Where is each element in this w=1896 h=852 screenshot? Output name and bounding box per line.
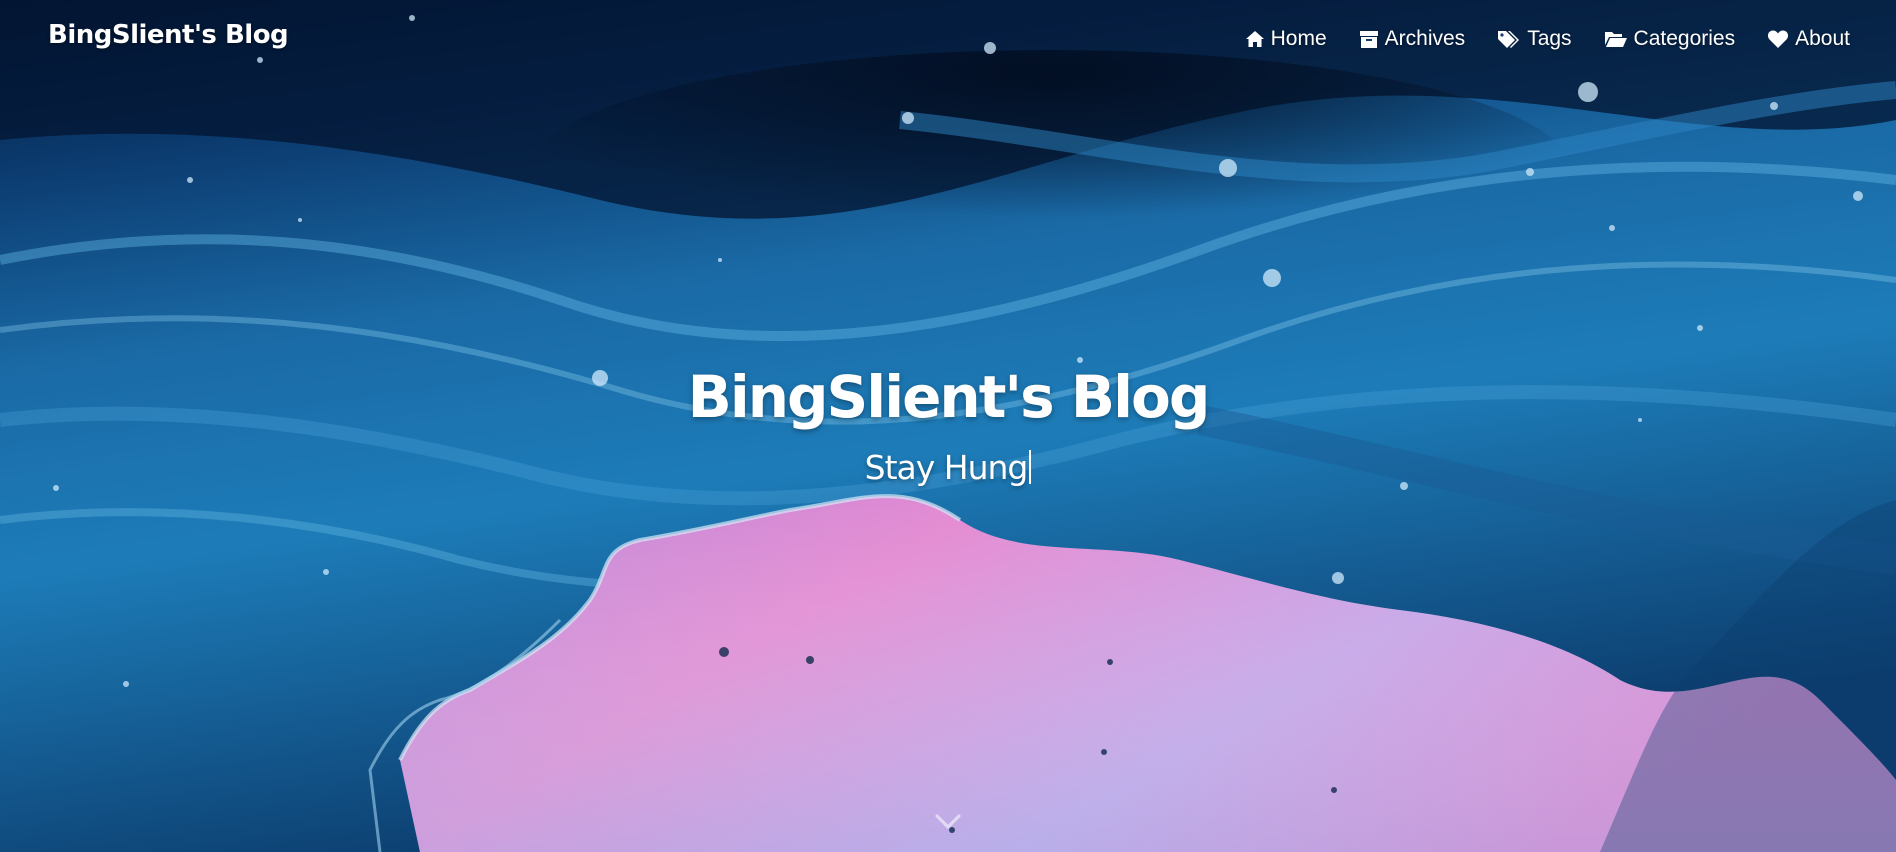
hero-title: BingSlient's Blog: [687, 363, 1211, 431]
hero-section: BingSlient's Blog Home Archives Tags Cat…: [0, 0, 1896, 852]
folder-open-icon: [1604, 30, 1628, 48]
typing-cursor: [1029, 450, 1032, 484]
nav-item-tags[interactable]: Tags: [1497, 27, 1572, 51]
archive-icon: [1359, 29, 1379, 49]
nav-item-categories[interactable]: Categories: [1604, 27, 1736, 51]
nav-label-home: Home: [1270, 27, 1327, 50]
nav-label-categories: Categories: [1633, 27, 1736, 50]
nav-label-tags: Tags: [1527, 27, 1572, 50]
nav-item-about[interactable]: About: [1767, 27, 1850, 51]
chevron-down-icon: [934, 814, 962, 835]
nav-menu: Home Archives Tags Categories About: [1245, 27, 1850, 51]
nav-item-home[interactable]: Home: [1245, 27, 1327, 51]
hero-subtitle-row: Stay Hung: [0, 450, 1896, 484]
heart-icon: [1767, 29, 1789, 49]
site-brand-link[interactable]: BingSlient's Blog: [48, 20, 289, 50]
top-navbar: BingSlient's Blog Home Archives Tags Cat…: [0, 0, 1896, 84]
nav-label-about: About: [1795, 27, 1850, 50]
hero-content: BingSlient's Blog Stay Hung: [0, 368, 1896, 484]
scroll-down-button[interactable]: [934, 813, 962, 835]
tags-icon: [1497, 29, 1521, 49]
hero-subtitle: Stay Hung: [864, 448, 1029, 487]
home-icon: [1245, 30, 1265, 48]
nav-label-archives: Archives: [1384, 27, 1466, 50]
nav-item-archives[interactable]: Archives: [1359, 27, 1466, 51]
